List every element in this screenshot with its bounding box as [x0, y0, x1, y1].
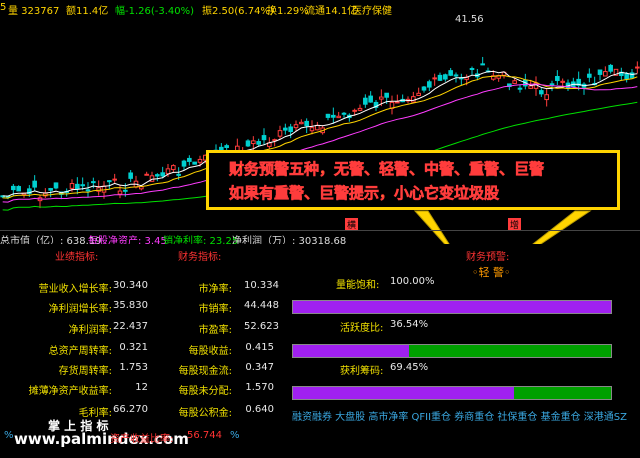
finance-row-label: 每股未分配: — [178, 386, 232, 397]
bar-fill — [293, 387, 514, 399]
indicator-panel: 业绩指标: 财务指标: 财务预警: ◦轻 警◦ 量能饱和: 100.00% 活跃… — [0, 244, 640, 458]
finance-row-value: 1.570 — [245, 382, 274, 393]
finance-row-value: 44.448 — [244, 300, 279, 311]
bar-value-activity: 36.54% — [390, 319, 429, 330]
growth-row-value: 66.270 — [113, 404, 148, 415]
bottom-unit-left: % — [4, 430, 14, 441]
growth-row-label: 毛利率: — [78, 408, 112, 419]
growth-row-value: 22.437 — [113, 321, 148, 332]
fundamentals-bar: 总市值（亿）: 638.19 每股净资产: 3.45 销净利率: 23.25 净… — [0, 230, 640, 247]
growth-row-value: 0.321 — [119, 342, 148, 353]
activity-ratio-bar — [292, 344, 612, 358]
bar-label-volume: 量能饱和: — [336, 280, 380, 291]
finance-row-label: 市净率: — [198, 284, 232, 295]
bar-label-activity: 活跃度比: — [340, 323, 384, 334]
finance-row-label: 每股收益: — [188, 346, 232, 357]
warning-header: 财务预警: — [466, 252, 510, 263]
finance-row-value: 0.347 — [245, 362, 274, 373]
finance-row-value: 52.623 — [244, 321, 279, 332]
finance-row-label: 每股现金流: — [178, 366, 232, 377]
concept-tags: 融资融券 大盘股 高市净率 QFII重仓 券商重仓 社保重仓 基金重仓 深港通S… — [292, 412, 627, 423]
growth-row-value: 1.753 — [119, 362, 148, 373]
finance-row-value: 0.640 — [245, 404, 274, 415]
growth-header: 业绩指标: — [55, 252, 99, 263]
bar-label-profit: 获利筹码: — [340, 366, 384, 377]
growth-row-label: 营业收入增长率: — [38, 284, 112, 295]
bottom-unit: % — [230, 430, 240, 441]
bar-value-volume: 100.00% — [390, 276, 435, 287]
finance-row-label: 市销率: — [198, 304, 232, 315]
growth-row-value: 12 — [135, 382, 148, 393]
profit-chips-bar — [292, 386, 612, 400]
bar-fill — [293, 345, 410, 357]
bottom-label: 资产收益比率: — [110, 434, 174, 445]
volume-saturation-bar — [292, 300, 612, 314]
growth-row-label: 净利润增长率: — [48, 304, 112, 315]
finance-row-value: 10.334 — [244, 280, 279, 291]
finance-row-value: 0.415 — [245, 342, 274, 353]
growth-row-label: 摊薄净资产收益率: — [28, 386, 112, 397]
bar-value-profit: 69.45% — [390, 362, 429, 373]
growth-row-value: 30.340 — [113, 280, 148, 291]
growth-row-label: 存货周转率: — [58, 366, 112, 377]
bar-fill — [293, 301, 611, 313]
bottom-value: 56.744 — [187, 430, 222, 441]
growth-row-label: 净利润率: — [68, 325, 112, 336]
warning-value: ◦轻 警◦ — [472, 266, 511, 279]
finance-header: 财务指标: — [178, 252, 222, 263]
growth-row-value: 35.830 — [113, 300, 148, 311]
finance-row-label: 市盈率: — [198, 325, 232, 336]
growth-row-label: 总资产周转率: — [48, 346, 112, 357]
finance-row-label: 每股公积金: — [178, 408, 232, 419]
